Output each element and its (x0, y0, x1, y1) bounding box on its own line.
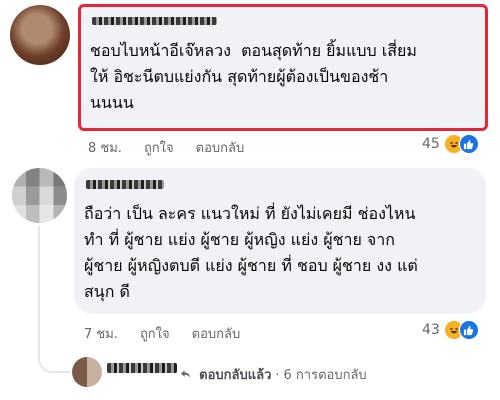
comment-bubble-highlighted: ชอบไบหน้าอีเจ๊หลวง ตอนสุดท้าย ยิ้มแบบ เส… (78, 4, 488, 131)
replier-avatar[interactable] (72, 357, 102, 387)
reply-thread-connector (38, 226, 70, 373)
commenter-name-blurred[interactable] (92, 17, 217, 25)
reply-link[interactable]: ตอบกลับ (196, 141, 245, 156)
reaction-count: 43 (422, 322, 440, 338)
commenter-name-blurred[interactable] (86, 180, 164, 189)
comment-time[interactable]: 7 ชม. (84, 327, 118, 342)
comment-bubble: ถือว่า เป็น ละคร แนวใหม่ ที่ ยังไม่เคยมี… (74, 168, 486, 314)
comment-time[interactable]: 8 ชม. (88, 141, 122, 156)
reaction-count: 45 (422, 136, 440, 152)
reaction-summary[interactable]: 43 (422, 320, 479, 340)
comment-text: ถือว่า เป็น ละคร แนวใหม่ ที่ ยังไม่เคยมี… (84, 204, 418, 301)
comment-text: ชอบไบหน้าอีเจ๊หลวง ตอนสุดท้าย ยิ้มแบบ เส… (90, 41, 417, 112)
commenter-avatar[interactable] (10, 5, 70, 65)
separator: · (275, 368, 280, 383)
comment-actions: 7 ชม. ถูกใจ ตอบกลับ (84, 323, 240, 344)
reply-count: 6 การตอบกลับ (283, 368, 367, 383)
like-link[interactable]: ถูกใจ (144, 141, 174, 156)
replier-name-blurred (107, 363, 177, 373)
commenter-avatar[interactable] (12, 168, 67, 223)
reply-link[interactable]: ตอบกลับ (192, 327, 241, 342)
view-replies-link[interactable]: ตอบกลับแล้ว · 6 การตอบกลับ (180, 364, 367, 385)
like-link[interactable]: ถูกใจ (140, 327, 170, 342)
comment-actions: 8 ชม. ถูกใจ ตอบกลับ (88, 137, 244, 158)
like-reaction-icon (458, 134, 479, 154)
reaction-summary[interactable]: 45 (422, 134, 479, 154)
like-reaction-icon (458, 320, 479, 340)
reply-arrow-icon (180, 368, 195, 383)
replied-label: ตอบกลับแล้ว (199, 368, 272, 383)
